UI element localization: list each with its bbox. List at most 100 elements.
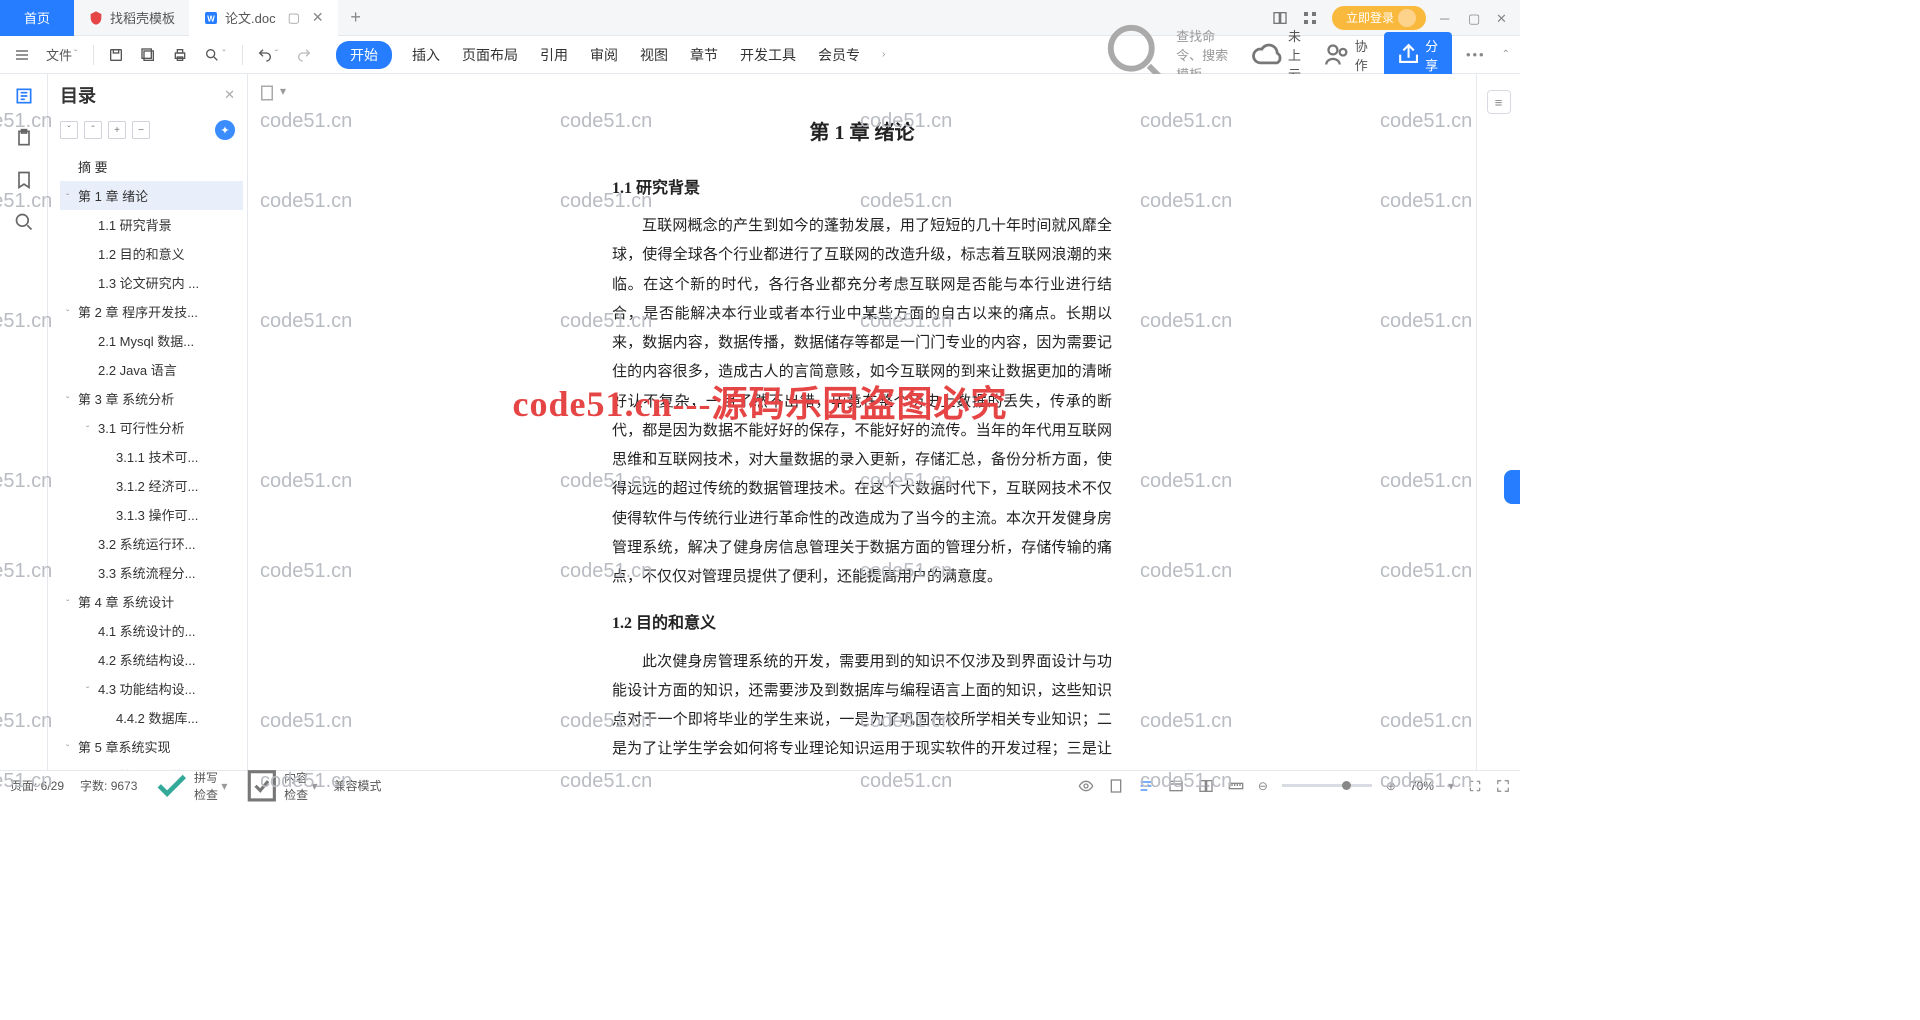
- outline-collapse-all-icon[interactable]: ˇ: [60, 121, 78, 139]
- hamburger-menu-icon[interactable]: [8, 43, 36, 67]
- outline-close-icon[interactable]: ✕: [224, 87, 235, 103]
- outline-panel: 目录 ✕ ˇ ˆ + − ✦ 摘 要ˇ第 1 章 绪论1.1 研究背景1.2 目…: [48, 74, 248, 770]
- view-mode-split-icon[interactable]: [1198, 778, 1214, 794]
- tab-template-label: 找稻壳模板: [110, 8, 175, 27]
- ribbon-tab-chapter[interactable]: 章节: [688, 41, 720, 69]
- outline-item[interactable]: ˇ第 2 章 程序开发技...: [60, 297, 243, 326]
- ribbon-tab-developer[interactable]: 开发工具: [738, 41, 798, 69]
- outline-item[interactable]: ˇ第 4 章 系统设计: [60, 587, 243, 616]
- collaborate-button[interactable]: 协作: [1324, 36, 1370, 74]
- undo-icon[interactable]: ˇ: [251, 43, 286, 67]
- left-icon-strip: [0, 74, 48, 770]
- save-icon[interactable]: [102, 43, 130, 67]
- status-page[interactable]: 页面: 6/29: [10, 777, 64, 794]
- zoom-value[interactable]: 70%: [1410, 779, 1434, 793]
- ribbon-collapse-icon[interactable]: ⌃: [1502, 49, 1510, 60]
- view-mode-outline-icon[interactable]: [1138, 778, 1154, 794]
- outline-item[interactable]: 3.3 系统流程分...: [60, 558, 243, 587]
- ribbon-tab-insert[interactable]: 插入: [410, 41, 442, 69]
- save-as-icon[interactable]: [134, 43, 162, 67]
- tab-document-label: 论文.doc: [225, 8, 276, 27]
- outline-tree: 摘 要ˇ第 1 章 绪论1.1 研究背景1.2 目的和意义1.3 论文研究内 .…: [48, 148, 247, 770]
- outline-chat-icon[interactable]: ✦: [215, 120, 235, 140]
- ribbon-tab-member[interactable]: 会员专: [816, 41, 862, 69]
- word-doc-icon: W: [203, 10, 219, 26]
- outline-item[interactable]: ˇ4.3 功能结构设...: [60, 674, 243, 703]
- tab-close-icon[interactable]: ✕: [312, 9, 324, 26]
- outline-item[interactable]: 3.1.1 技术可...: [60, 442, 243, 471]
- outline-title: 目录: [60, 82, 96, 108]
- share-button[interactable]: 分享: [1384, 32, 1452, 78]
- clipboard-icon[interactable]: [14, 128, 34, 148]
- outline-item[interactable]: 1.2 目的和意义: [60, 239, 243, 268]
- outline-toolbar: ˇ ˆ + − ✦: [48, 116, 247, 148]
- section-heading: 1.2 目的和意义: [612, 608, 1112, 639]
- print-icon[interactable]: [166, 43, 194, 67]
- fit-page-icon[interactable]: [1468, 779, 1482, 793]
- outline-item[interactable]: ˇ第 1 章 绪论: [60, 181, 243, 210]
- view-mode-web-icon[interactable]: [1168, 778, 1184, 794]
- tab-home[interactable]: 首页: [0, 0, 74, 36]
- view-mode-page-icon[interactable]: [1108, 778, 1124, 794]
- outline-expand-all-icon[interactable]: ˆ: [84, 121, 102, 139]
- ribbon-more-icon[interactable]: ›: [882, 49, 885, 60]
- add-tab-button[interactable]: +: [338, 7, 374, 28]
- ribbon-tab-view[interactable]: 视图: [638, 41, 670, 69]
- outline-panel-icon[interactable]: [14, 86, 34, 106]
- tab-template[interactable]: 找稻壳模板: [74, 0, 189, 36]
- body-text: 此次健身房管理系统的开发，需要用到的知识不仅涉及到界面设计与功能设计方面的知识，…: [612, 648, 1112, 770]
- fullscreen-icon[interactable]: [1496, 779, 1510, 793]
- content-check-toggle[interactable]: 内容检查 ▾: [243, 767, 317, 805]
- right-panel-toggle-icon[interactable]: ≡: [1487, 90, 1511, 114]
- outline-item[interactable]: 2.1 Mysql 数据...: [60, 326, 243, 355]
- compat-mode: 兼容模式: [334, 777, 382, 794]
- window-layout-icon[interactable]: ▢: [288, 10, 300, 26]
- spellcheck-toggle[interactable]: 拼写检查 ▾: [153, 767, 227, 805]
- outline-add-icon[interactable]: +: [108, 121, 126, 139]
- status-bar: 页面: 6/29 字数: 9673 拼写检查 ▾ 内容检查 ▾ 兼容模式 ⊖ ⊕…: [0, 770, 1520, 800]
- tab-document[interactable]: W 论文.doc ▢ ✕: [189, 0, 338, 36]
- outline-item[interactable]: 3.1.3 操作可...: [60, 500, 243, 529]
- side-handle[interactable]: [1504, 470, 1520, 504]
- print-preview-icon[interactable]: ˇ: [198, 43, 233, 67]
- ribbon-tab-reference[interactable]: 引用: [538, 41, 570, 69]
- outline-item[interactable]: ˇ3.1 可行性分析: [60, 413, 243, 442]
- chapter-heading: 第 1 章 绪论: [612, 114, 1112, 153]
- ribbon-toolbar: 文件ˇ ˇ ˇ 开始 插入 页面布局 引用 审阅 视图 章节 开发工具 会员专 …: [0, 36, 1520, 74]
- ribbon-tab-layout[interactable]: 页面布局: [460, 41, 520, 69]
- ribbon-tab-start[interactable]: 开始: [336, 41, 392, 69]
- ruler-icon[interactable]: [1228, 778, 1244, 794]
- outline-item[interactable]: 1.3 论文研究内 ...: [60, 268, 243, 297]
- ribbon-tabs: 开始 插入 页面布局 引用 审阅 视图 章节 开发工具 会员专 ›: [336, 41, 887, 69]
- svg-text:W: W: [207, 14, 215, 23]
- outline-item[interactable]: 1.1 研究背景: [60, 210, 243, 239]
- zoom-slider[interactable]: [1282, 784, 1372, 787]
- outline-item[interactable]: 3.1.2 经济可...: [60, 471, 243, 500]
- outline-item[interactable]: 4.2 系统结构设...: [60, 645, 243, 674]
- outline-item[interactable]: ˇ第 5 章系统实现: [60, 732, 243, 761]
- search-panel-icon[interactable]: [14, 212, 34, 232]
- outline-item[interactable]: 4.4.2 数据库...: [60, 703, 243, 732]
- bookmark-icon[interactable]: [14, 170, 34, 190]
- status-words[interactable]: 字数: 9673: [80, 777, 137, 794]
- page-options-icon[interactable]: [258, 84, 276, 102]
- redo-icon[interactable]: [290, 43, 318, 67]
- ribbon-settings-icon[interactable]: •••: [1466, 47, 1486, 62]
- outline-item[interactable]: 2.2 Java 语言: [60, 355, 243, 384]
- page-dropdown-icon[interactable]: ▾: [280, 84, 298, 102]
- template-icon: [88, 10, 104, 26]
- ribbon-tab-review[interactable]: 审阅: [588, 41, 620, 69]
- outline-item[interactable]: 3.2 系统运行环...: [60, 529, 243, 558]
- zoom-out-button[interactable]: ⊖: [1258, 779, 1268, 793]
- outline-item[interactable]: 摘 要: [60, 152, 243, 181]
- body-text: 互联网概念的产生到如今的蓬勃发展，用了短短的几十年时间就风靡全球，使得全球各个行…: [612, 212, 1112, 592]
- right-icon-strip: ≡: [1476, 74, 1520, 770]
- file-menu[interactable]: 文件ˇ: [40, 41, 85, 68]
- zoom-in-button[interactable]: ⊕: [1386, 779, 1396, 793]
- outline-item[interactable]: ˇ第 3 章 系统分析: [60, 384, 243, 413]
- outline-item[interactable]: 4.1 系统设计的...: [60, 616, 243, 645]
- document-page: 第 1 章 绪论 1.1 研究背景 互联网概念的产生到如今的蓬勃发展，用了短短的…: [572, 84, 1152, 770]
- outline-remove-icon[interactable]: −: [132, 121, 150, 139]
- document-area[interactable]: ▾ 第 1 章 绪论 1.1 研究背景 互联网概念的产生到如今的蓬勃发展，用了短…: [248, 74, 1476, 770]
- reading-mode-icon[interactable]: [1078, 778, 1094, 794]
